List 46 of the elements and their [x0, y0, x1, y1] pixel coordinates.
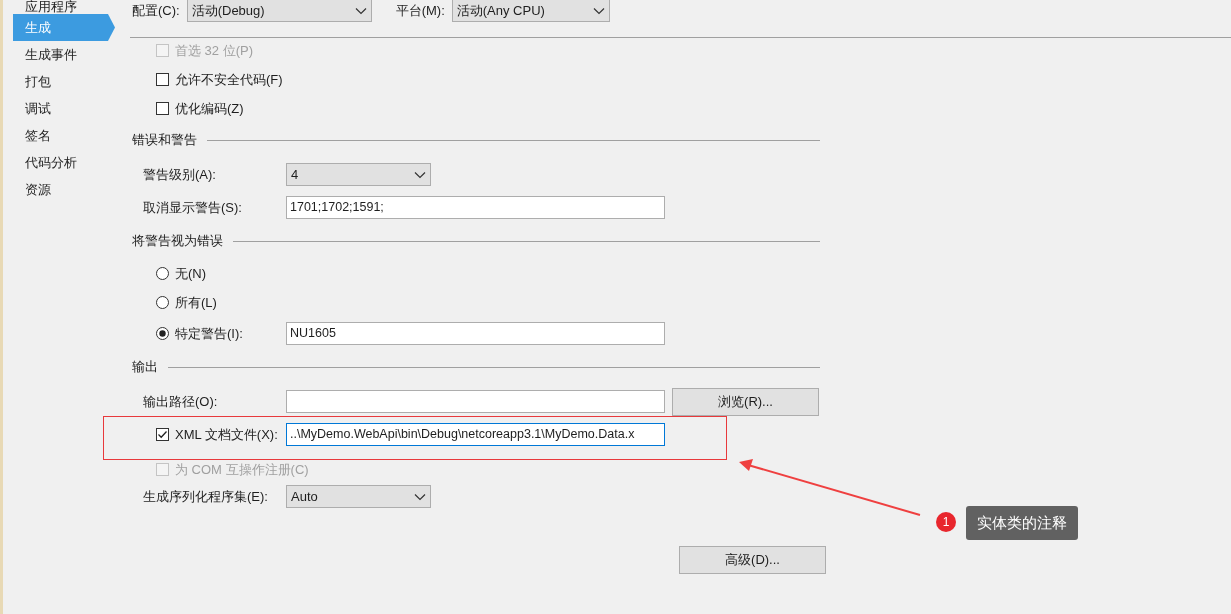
radio-button[interactable]	[156, 296, 169, 309]
checkbox[interactable]	[156, 102, 169, 115]
text-field[interactable]	[286, 390, 665, 413]
caret-icon	[354, 6, 367, 15]
sidebar-item[interactable]: 签名	[13, 122, 115, 149]
annotation-note: 实体类的注释	[966, 506, 1078, 540]
checkbox-label: 允许不安全代码(F)	[175, 70, 283, 89]
caret-icon	[592, 6, 605, 15]
radio-button[interactable]	[156, 267, 169, 280]
checkbox[interactable]	[156, 428, 169, 441]
browse-button[interactable]: 浏览(R)...	[672, 387, 819, 416]
dropdown[interactable]: 4	[286, 163, 431, 186]
dropdown[interactable]: Auto	[286, 485, 431, 508]
sidebar-item[interactable]: 代码分析	[13, 149, 115, 176]
field-label: 输出路径(O):	[143, 392, 218, 411]
sidebar-item[interactable]: 生成事件	[13, 41, 115, 68]
checkbox[interactable]	[156, 73, 169, 86]
advanced-button[interactable]: 高级(D)...	[679, 546, 826, 574]
field-label: 生成序列化程序集(E):	[143, 487, 268, 506]
caret-icon	[414, 492, 426, 501]
sidebar-item[interactable]: 打包	[13, 68, 115, 95]
field-label: 平台(M):	[395, 1, 445, 20]
text-field[interactable]: ..\MyDemo.WebApi\bin\Debug\netcoreapp3.1\MyDemo.Data.x	[286, 423, 665, 446]
caret-icon	[414, 170, 426, 179]
step-badge: 1	[936, 512, 956, 532]
section-heading: 错误和警告	[132, 131, 197, 149]
checkbox-label: 首选 32 位(P)	[175, 41, 253, 60]
field-label: 取消显示警告(S):	[143, 198, 242, 217]
field-label: 警告级别(A):	[143, 165, 216, 184]
sidebar-item[interactable]: 资源	[13, 176, 115, 203]
radio-button[interactable]	[156, 327, 169, 340]
sidebar-item[interactable]: 应用程序	[13, 0, 115, 14]
radio-label: 特定警告(I):	[175, 324, 243, 343]
text-field[interactable]: NU1605	[286, 322, 665, 345]
section-heading: 将警告视为错误	[132, 232, 223, 250]
dropdown[interactable]: 活动(Any CPU)	[451, 0, 610, 22]
checkbox-label: 优化编码(Z)	[175, 99, 244, 118]
text-field[interactable]: 1701;1702;1591;	[286, 196, 665, 219]
field-label: 配置(C):	[132, 1, 180, 20]
section-heading: 输出	[132, 358, 158, 376]
radio-label: 无(N)	[175, 264, 207, 283]
sidebar-item[interactable]: 调试	[13, 95, 115, 122]
dropdown[interactable]: 活动(Debug)	[186, 0, 372, 22]
checkbox-label: 为 COM 互操作注册(C)	[175, 460, 309, 479]
checkbox-label: XML 文档文件(X):	[175, 425, 278, 444]
radio-label: 所有(L)	[175, 293, 217, 312]
